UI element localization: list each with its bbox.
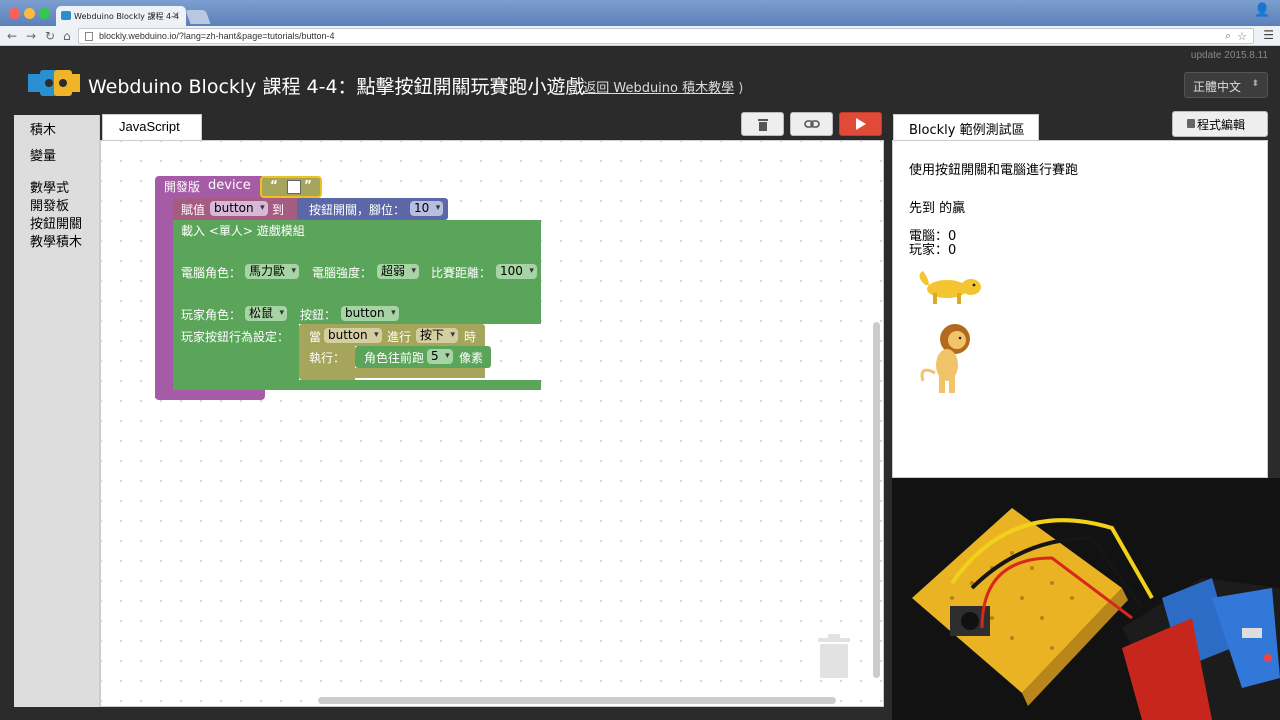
exec-label: 執行：: [309, 351, 346, 365]
trash-can-icon[interactable]: [816, 632, 852, 680]
player-role-label: 玩家角色：: [181, 308, 242, 322]
board-label: 開發版: [164, 180, 201, 194]
button-value-dropdown[interactable]: button: [341, 306, 399, 321]
maximize-window-icon[interactable]: [39, 8, 50, 19]
blockly-toolbox: 積木 變量 數學式 開發板 按鈕開關 教學積木: [14, 115, 100, 707]
player-role-dropdown[interactable]: 松鼠: [245, 306, 288, 321]
toolbox-item-board[interactable]: 開發板: [30, 195, 69, 214]
computer-role-dropdown[interactable]: 馬力歐: [245, 264, 300, 279]
webcam-video: [892, 478, 1280, 720]
browser-tab[interactable]: Webduino Blockly 課程 4-4 ×: [56, 6, 186, 26]
browser-toolbar: ← → ↻ ⌂ blockly.webduino.io/?lang=zh-han…: [0, 26, 1280, 46]
do-label: 進行: [387, 330, 412, 344]
link-icon: [803, 120, 820, 128]
minimize-window-icon[interactable]: [24, 8, 35, 19]
quote-open: “: [270, 178, 278, 192]
computer-strength-dropdown[interactable]: 超弱: [377, 264, 420, 279]
chevron-down-icon: ⬍: [1251, 79, 1259, 89]
press-dropdown[interactable]: 按下: [416, 328, 459, 343]
button-label: 按鈕：: [300, 308, 337, 322]
button-pin-dropdown[interactable]: 10: [410, 201, 444, 216]
code-edit-label: 程式編輯: [1197, 118, 1246, 132]
trash-icon: [757, 119, 768, 131]
button-pin-label: 按鈕開關，腳位：: [309, 203, 406, 217]
new-tab-button[interactable]: [185, 10, 211, 24]
toolbox-item-tutorial[interactable]: 教學積木: [30, 231, 82, 250]
browser-tab-bar: Webduino Blockly 課程 4-4 × 👤: [0, 0, 1280, 26]
demo-panel: 使用按鈕開關和電腦進行賽跑 先到 的贏 電腦：0 玩家：0: [892, 140, 1268, 478]
time-label: 時: [464, 330, 477, 344]
load-module-label: 載入 <單人> 遊戲模組: [181, 224, 305, 238]
address-url: blockly.webduino.io/?lang=zh-hant&page=t…: [99, 31, 335, 41]
page-title: Webduino Blockly 課程 4-4：點擊按鈕開關玩賽跑小遊戲: [88, 76, 585, 98]
user-profile-icon[interactable]: 👤: [1254, 3, 1270, 21]
back-link-close: ): [734, 81, 744, 96]
distance-label: 比賽距離：: [431, 266, 492, 280]
quote-close: ”: [304, 178, 312, 192]
code-edit-button[interactable]: 程式編輯: [1172, 111, 1268, 137]
when-button-dropdown[interactable]: button: [324, 328, 382, 343]
assign-variable-dropdown[interactable]: button: [210, 201, 268, 216]
update-date: update 2015.8.11: [1190, 50, 1268, 61]
app-header: Webduino Blockly 課程 4-4：點擊按鈕開關玩賽跑小遊戲 ( 返…: [0, 46, 1280, 116]
player-score: 玩家：0: [909, 243, 957, 258]
move-pixels-dropdown[interactable]: 5: [427, 349, 453, 364]
to-label: 到: [272, 203, 285, 217]
zoom-icon[interactable]: ⌕: [1225, 30, 1231, 43]
reload-icon[interactable]: ↻: [45, 29, 55, 43]
close-window-icon[interactable]: [9, 8, 20, 19]
breadboard-photo: [892, 478, 1280, 720]
tab-blockly-demo[interactable]: Blockly 範例測試區: [893, 114, 1039, 141]
link-button[interactable]: [790, 112, 833, 136]
workspace-horizontal-scrollbar[interactable]: [318, 697, 836, 704]
winner-text: 先到 的贏: [909, 201, 966, 216]
pixels-label: 像素: [459, 351, 484, 365]
move-label: 角色往前跑: [364, 351, 425, 365]
run-button[interactable]: [839, 112, 882, 136]
lion-character-icon: [920, 324, 970, 393]
workspace-vertical-scrollbar[interactable]: [873, 322, 880, 678]
game-module-bottom: [173, 380, 541, 390]
squirrel-character-icon: [919, 271, 981, 304]
back-arrow-icon[interactable]: ←: [7, 29, 17, 43]
language-value: 正體中文: [1193, 80, 1242, 94]
toolbox-item-variables[interactable]: 變量: [30, 145, 56, 164]
code-file-icon: [1187, 119, 1195, 128]
play-icon: [855, 118, 866, 130]
toolbox-item-math[interactable]: 數學式: [30, 177, 69, 196]
when-block-bottom: [355, 368, 485, 378]
page-icon: [85, 32, 93, 41]
distance-dropdown[interactable]: 100: [496, 264, 537, 279]
webduino-logo-icon: [28, 70, 80, 96]
back-link-container: ( 返回 Webduino 積木教學 ): [574, 77, 743, 96]
language-select[interactable]: 正體中文 ⬍: [1184, 72, 1268, 98]
demo-intro: 使用按鈕開關和電腦進行賽跑: [909, 163, 1079, 178]
assign-label: 賦值: [181, 203, 206, 217]
browser-menu-icon[interactable]: ☰: [1263, 28, 1274, 42]
back-link[interactable]: 返回 Webduino 積木教學: [583, 81, 734, 96]
toolbox-item-blocks[interactable]: 積木: [30, 119, 56, 138]
back-link-open: (: [574, 81, 584, 96]
toolbox-item-button[interactable]: 按鈕開關: [30, 213, 82, 232]
home-icon[interactable]: ⌂: [63, 29, 71, 43]
computer-role-label: 電腦角色：: [181, 266, 242, 280]
device-value-field[interactable]: [287, 180, 301, 194]
tab-javascript[interactable]: JavaScript: [102, 114, 202, 140]
bookmark-star-icon[interactable]: ☆: [1237, 30, 1247, 43]
close-tab-icon[interactable]: ×: [172, 10, 180, 21]
computer-strength-label: 電腦強度：: [312, 266, 373, 280]
forward-arrow-icon[interactable]: →: [26, 29, 36, 43]
delete-button[interactable]: [741, 112, 784, 136]
device-label: device: [208, 178, 251, 193]
when-label: 當: [309, 330, 322, 344]
player-action-label: 玩家按鈕行為設定：: [181, 330, 290, 344]
address-bar[interactable]: blockly.webduino.io/?lang=zh-hant&page=t…: [78, 28, 1254, 44]
browser-tab-title: Webduino Blockly 課程 4-4: [74, 12, 180, 21]
webduino-favicon-icon: [61, 11, 71, 20]
board-block-arm: [155, 198, 173, 398]
